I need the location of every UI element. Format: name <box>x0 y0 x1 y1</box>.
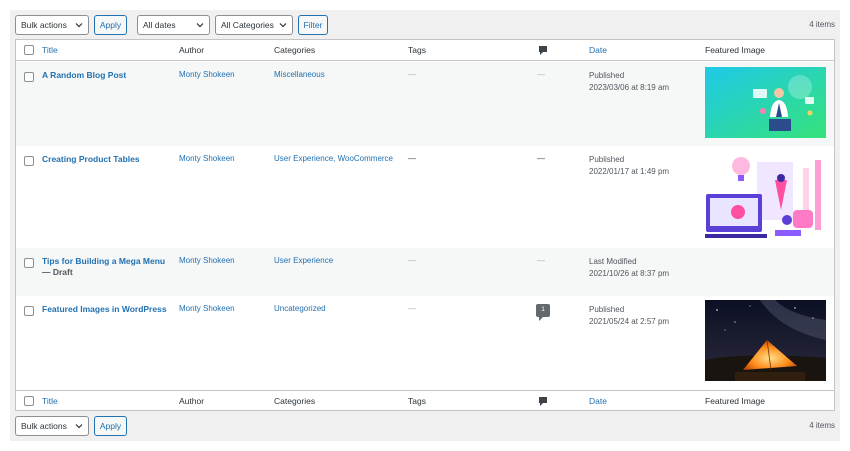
select-all-checkbox[interactable] <box>24 45 34 55</box>
post-tags: — <box>408 70 416 79</box>
post-categories-link[interactable]: User Experience, WooCommerce <box>274 154 393 163</box>
row-checkbox[interactable] <box>24 72 34 82</box>
post-title-link[interactable]: A Random Blog Post <box>42 70 126 81</box>
chevron-down-icon <box>75 23 83 28</box>
bulk-actions-label-bottom: Bulk actions <box>21 421 67 431</box>
column-categories-footer: Categories <box>274 396 316 406</box>
column-date-sort-footer[interactable]: Date <box>589 396 607 406</box>
post-tags: — <box>408 154 416 163</box>
row-checkbox[interactable] <box>24 306 34 316</box>
posts-table: Title Author Categories Tags Date Featur… <box>15 39 835 411</box>
table-row: Tips for Building a Mega Menu — Draft Mo… <box>16 248 834 296</box>
post-title-link[interactable]: Tips for Building a Mega Menu — Draft <box>42 256 165 278</box>
featured-image-thumbnail[interactable] <box>705 300 826 381</box>
column-author: Author <box>179 45 205 55</box>
comment-count-bubble[interactable]: 1 <box>536 304 550 321</box>
post-comments: — <box>537 70 545 79</box>
post-date-value: 2022/01/17 at 1:49 pm <box>589 167 670 176</box>
table-header: Title Author Categories Tags Date Featur… <box>16 40 834 61</box>
post-title-link[interactable]: Featured Images in WordPress <box>42 304 167 315</box>
post-date-value: 2021/05/24 at 2:57 pm <box>589 317 670 326</box>
post-date: Last Modified 2021/10/26 at 8:37 pm <box>589 256 669 280</box>
comment-bubble-icon[interactable] <box>538 45 548 56</box>
featured-image-thumbnail[interactable] <box>705 150 826 240</box>
table-row: Featured Images in WordPress Monty Shoke… <box>16 296 834 390</box>
column-tags-footer: Tags <box>408 396 426 406</box>
row-checkbox[interactable] <box>24 156 34 166</box>
apply-button-bottom[interactable]: Apply <box>94 416 127 436</box>
post-comments: — <box>537 154 545 163</box>
posts-list-screen: Bulk actions Apply All dates All Categor… <box>10 10 840 441</box>
dates-filter-select[interactable]: All dates <box>137 15 210 35</box>
bulk-actions-select-bottom[interactable]: Bulk actions <box>15 416 89 436</box>
post-tags: — <box>408 256 416 265</box>
bulk-actions-select[interactable]: Bulk actions <box>15 15 89 35</box>
row-checkbox[interactable] <box>24 258 34 268</box>
column-featured-image: Featured Image <box>705 45 766 55</box>
filter-button[interactable]: Filter <box>298 15 328 35</box>
categories-filter-select[interactable]: All Categories <box>215 15 293 35</box>
post-state: — Draft <box>42 267 73 277</box>
table-footer: Title Author Categories Tags Date Featur… <box>16 390 834 411</box>
post-author-link[interactable]: Monty Shokeen <box>179 304 235 313</box>
post-date-value: 2023/03/06 at 8:19 am <box>589 83 670 92</box>
post-comments: — <box>537 256 545 265</box>
post-date: Published 2022/01/17 at 1:49 pm <box>589 154 669 178</box>
comment-bubble-icon[interactable] <box>538 396 548 407</box>
post-tags: — <box>408 304 416 313</box>
post-title-link[interactable]: Creating Product Tables <box>42 154 140 165</box>
chevron-down-icon <box>196 23 204 28</box>
post-date-status: Published <box>589 305 625 314</box>
select-all-checkbox-footer[interactable] <box>24 396 34 406</box>
post-author-link[interactable]: Monty Shokeen <box>179 256 235 265</box>
featured-image-thumbnail[interactable] <box>705 67 826 138</box>
apply-button[interactable]: Apply <box>94 15 127 35</box>
bulk-actions-label: Bulk actions <box>21 20 67 30</box>
post-title-text[interactable]: Tips for Building a Mega Menu <box>42 256 165 267</box>
items-count-bottom: 4 items <box>809 421 835 430</box>
post-categories-link[interactable]: User Experience <box>274 256 333 265</box>
post-date-status: Published <box>589 155 625 164</box>
table-row: Creating Product Tables Monty Shokeen Us… <box>16 146 834 248</box>
post-date-value: 2021/10/26 at 8:37 pm <box>589 269 670 278</box>
column-title-sort-footer[interactable]: Title <box>42 396 58 406</box>
column-title-sort[interactable]: Title <box>42 45 58 55</box>
chevron-down-icon <box>75 424 83 429</box>
categories-filter-label: All Categories <box>221 20 274 30</box>
table-row: A Random Blog Post Monty Shokeen Miscell… <box>16 62 834 146</box>
post-author-link[interactable]: Monty Shokeen <box>179 154 235 163</box>
post-date: Published 2023/03/06 at 8:19 am <box>589 70 669 94</box>
column-date-sort[interactable]: Date <box>589 45 607 55</box>
column-featured-image-footer: Featured Image <box>705 396 766 406</box>
tablenav-top: Bulk actions Apply All dates All Categor… <box>15 15 835 35</box>
post-categories-link[interactable]: Uncategorized <box>274 304 326 313</box>
column-tags: Tags <box>408 45 426 55</box>
column-author-footer: Author <box>179 396 205 406</box>
column-categories: Categories <box>274 45 316 55</box>
chevron-down-icon <box>279 23 287 28</box>
tablenav-bottom: Bulk actions Apply 4 items <box>15 416 835 436</box>
dates-filter-label: All dates <box>143 20 176 30</box>
items-count: 4 items <box>809 20 835 29</box>
post-categories-link[interactable]: Miscellaneous <box>274 70 325 79</box>
post-date: Published 2021/05/24 at 2:57 pm <box>589 304 669 328</box>
post-author-link[interactable]: Monty Shokeen <box>179 70 235 79</box>
post-date-status: Published <box>589 71 625 80</box>
post-date-status: Last Modified <box>589 257 637 266</box>
